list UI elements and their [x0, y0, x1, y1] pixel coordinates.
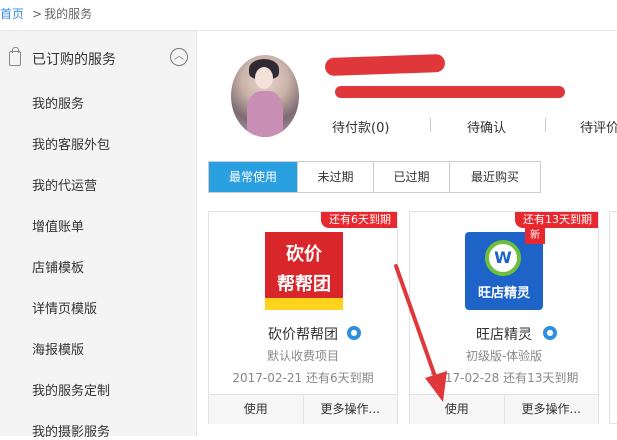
- avatar-figure-face: [255, 67, 273, 89]
- logo-text: 砍价: [286, 244, 322, 265]
- avatar-figure-robe: [247, 91, 283, 137]
- chat-icon[interactable]: ●: [543, 326, 557, 340]
- use-button[interactable]: 使用: [410, 395, 505, 424]
- sidebar-item-value-added-bill[interactable]: 增值账单: [32, 216, 84, 235]
- order-tab-pending-payment[interactable]: 待付款(0): [332, 117, 389, 136]
- service-card: 还有13天到期 旺店精灵 新 旺店精灵 ● 初级版-体验版 2017-02-28…: [409, 211, 599, 424]
- sidebar-item-detail-page-template[interactable]: 详情页模版: [32, 298, 97, 317]
- order-tab-pending-confirm[interactable]: 待确认: [467, 117, 506, 136]
- tab-most-used[interactable]: 最常使用: [209, 162, 298, 192]
- service-plan: 默认收费项目: [266, 349, 339, 363]
- sidebar-item-my-services[interactable]: 我的服务: [32, 93, 84, 112]
- service-card: 还有6天到期 砍价 帮帮团 砍价帮帮团 ● 默认收费项目 2017-02-21 …: [208, 211, 398, 424]
- service-plan: 初级版-体验版: [465, 349, 543, 363]
- redaction-scribble: [324, 53, 446, 77]
- tab-recent-purchase[interactable]: 最近购买: [450, 162, 540, 192]
- filter-tabs: 最常使用 未过期 已过期 最近购买: [208, 161, 541, 193]
- logo-text: 旺店精灵: [477, 286, 530, 301]
- service-name[interactable]: 砍价帮帮团: [268, 324, 338, 344]
- sidebar-item-service-customization[interactable]: 我的服务定制: [32, 380, 110, 399]
- logo-emblem: [485, 240, 521, 276]
- sidebar-item-shop-template[interactable]: 店铺模板: [32, 257, 84, 276]
- use-button[interactable]: 使用: [209, 395, 304, 424]
- breadcrumb-current: 我的服务: [44, 7, 93, 21]
- service-card-partial: [609, 211, 617, 424]
- chat-icon[interactable]: ●: [347, 326, 361, 340]
- tab-not-expired[interactable]: 未过期: [298, 162, 374, 192]
- service-expiry-date: 2017-02-28 还有13天到期: [429, 371, 579, 385]
- logo-stripe: [265, 298, 343, 310]
- card-actions: 使用 更多操作...: [410, 394, 598, 424]
- chevron-up-icon[interactable]: ︿: [170, 48, 188, 66]
- breadcrumb-separator: >: [32, 7, 43, 21]
- expiry-badge: 还有13天到期: [515, 212, 598, 228]
- sidebar-item-photography-service[interactable]: 我的摄影服务: [32, 421, 110, 440]
- redaction-scribble: [335, 86, 565, 98]
- more-actions-button[interactable]: 更多操作...: [505, 395, 599, 424]
- divider: [545, 118, 546, 132]
- tab-expired[interactable]: 已过期: [374, 162, 450, 192]
- more-actions-button[interactable]: 更多操作...: [304, 395, 398, 424]
- logo-text: 帮帮团: [277, 274, 331, 295]
- sidebar: 已订购的服务 ︿ 我的服务 我的客服外包 我的代运营 增值账单 店铺模板 详情页…: [0, 31, 197, 440]
- sidebar-section-title: 已订购的服务: [32, 52, 116, 68]
- card-actions: 使用 更多操作...: [209, 394, 397, 424]
- avatar[interactable]: [231, 55, 299, 137]
- expiry-badge: 还有6天到期: [321, 212, 397, 228]
- sidebar-item-agency-operation[interactable]: 我的代运营: [32, 175, 97, 194]
- service-logo[interactable]: 旺店精灵 新: [465, 228, 545, 310]
- service-name[interactable]: 旺店精灵: [476, 324, 532, 344]
- shopping-bag-icon: [9, 47, 21, 66]
- service-logo[interactable]: 砍价 帮帮团: [265, 232, 343, 310]
- breadcrumb-home[interactable]: 首页: [0, 7, 24, 21]
- order-tab-pending-review[interactable]: 待评价: [580, 117, 617, 136]
- sidebar-item-poster-template[interactable]: 海报模版: [32, 339, 84, 358]
- sidebar-item-customer-service-outsourcing[interactable]: 我的客服外包: [32, 134, 110, 153]
- sidebar-section-header[interactable]: 已订购的服务 ︿: [0, 41, 196, 77]
- divider: [430, 118, 431, 132]
- breadcrumb: 首页 > 我的服务: [0, 0, 92, 30]
- service-expiry-date: 2017-02-21 还有6天到期: [232, 371, 374, 385]
- new-badge: 新: [525, 228, 545, 244]
